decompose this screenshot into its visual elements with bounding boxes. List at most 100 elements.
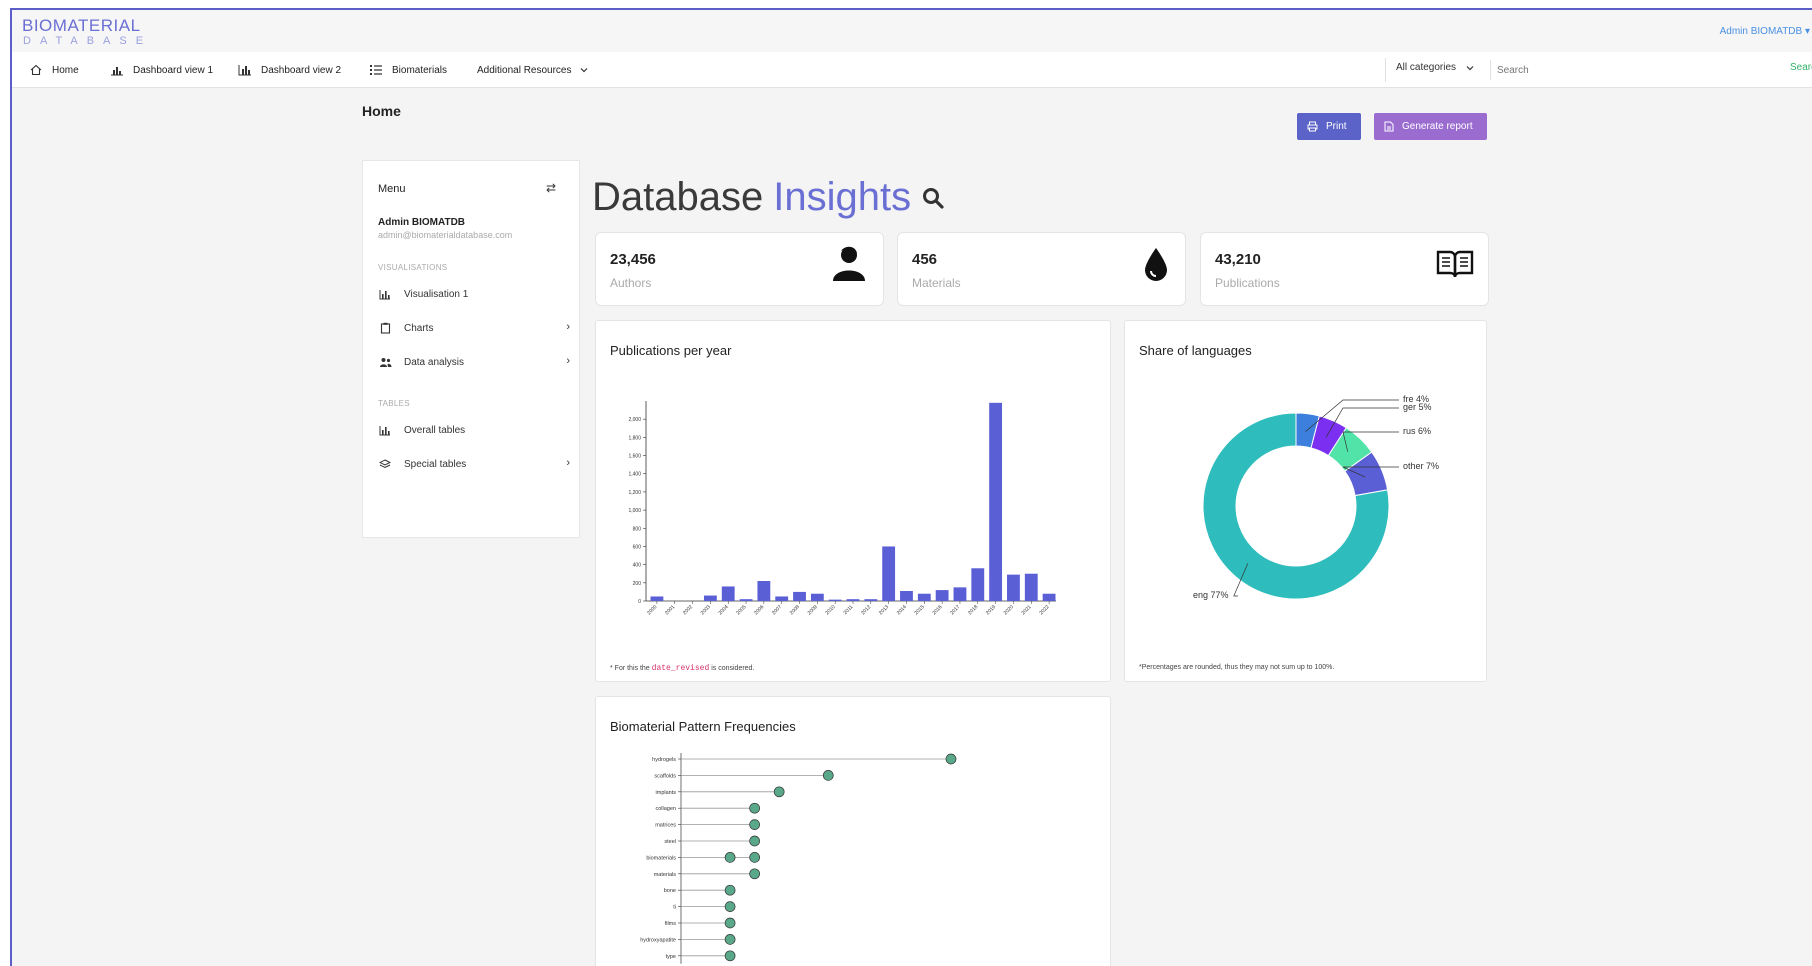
sidebar-title: Menu <box>378 183 406 195</box>
lollipop-point <box>749 852 760 863</box>
stat-label: Publications <box>1215 276 1280 290</box>
bar-chart-icon <box>237 63 253 77</box>
y-tick-label: steel <box>664 839 676 845</box>
user-menu[interactable]: Admin BIOMATDB ▾ <box>1720 26 1810 37</box>
y-tick-label: hydroxyapatite <box>640 937 676 943</box>
lollipop-point <box>749 835 760 847</box>
swap-icon[interactable]: ⇄ <box>546 181 556 195</box>
bar <box>953 587 967 601</box>
stat-value: 23,456 <box>610 251 656 268</box>
publications-bar-chart: 0 200 400 600 800 1,000 1,200 1,400 1,600 1,800 2,… <box>628 401 1056 616</box>
lollipop-point <box>724 934 736 945</box>
nav-home-label: Home <box>52 64 79 76</box>
slice-label: eng 77% <box>1193 590 1229 600</box>
pattern-frequencies-panel: Biomaterial Pattern Frequencies hydrogel… <box>595 696 1111 966</box>
bar <box>900 591 913 601</box>
panel-title: Biomaterial Pattern Frequencies <box>610 719 796 734</box>
x-tick-label: 2010 <box>824 604 836 616</box>
footnote-text: is considered. <box>711 665 755 672</box>
sidebar-item-data-analysis[interactable]: Data analysis › <box>378 353 570 371</box>
x-tick-label: 2009 <box>807 604 819 616</box>
nav-biomaterials[interactable]: Biomaterials <box>368 52 447 88</box>
nav-additional-resources[interactable]: Additional Resources <box>477 52 588 88</box>
sidebar-user-email: admin@biomaterialdatabase.com <box>378 230 513 240</box>
chevron-down-icon <box>580 67 588 73</box>
y-tick-label: 2,000 <box>628 417 641 423</box>
brand-logo-title[interactable]: BIOMATERIAL <box>22 16 141 36</box>
category-select-value: All categories <box>1396 62 1457 73</box>
slice-label: ger 5% <box>1403 402 1432 412</box>
bar-chart-icon <box>109 63 125 77</box>
lollipop-point <box>749 802 760 814</box>
sidebar-item-label: Special tables <box>404 458 467 470</box>
nav-divider <box>1385 58 1386 82</box>
y-tick-label: matrices <box>655 823 676 829</box>
slice-label: other 7% <box>1403 461 1439 471</box>
nav-dashboard-2[interactable]: Dashboard view 2 <box>237 52 341 88</box>
user-icon <box>829 245 869 288</box>
insights-title-b: Insights <box>773 175 912 219</box>
stat-card-authors: 23,456 Authors <box>595 232 884 306</box>
droplet-icon <box>1143 247 1169 288</box>
sidebar-item-label: Charts <box>404 322 434 334</box>
bar <box>846 599 860 601</box>
x-tick-label: 2012 <box>860 604 872 616</box>
generate-report-button[interactable]: Generate report <box>1374 113 1487 140</box>
languages-donut-chart: fre 4%ger 5%rus 6%other 7%eng 77% <box>1193 394 1439 600</box>
lollipop-point <box>945 753 957 765</box>
x-tick-label: 2015 <box>914 604 926 616</box>
x-tick-label: 2021 <box>1021 604 1033 616</box>
y-tick-label: type <box>666 954 676 960</box>
print-button-label: Print <box>1326 121 1347 132</box>
x-tick-label: 2018 <box>967 604 979 616</box>
bar <box>882 546 896 601</box>
sidebar-section-visualisations: VISUALISATIONS <box>378 263 448 272</box>
bar-chart-icon <box>378 289 392 300</box>
y-tick-label: 1,000 <box>628 508 641 514</box>
chevron-down-icon <box>1466 65 1474 71</box>
print-button[interactable]: Print <box>1297 113 1361 140</box>
x-tick-label: 2014 <box>896 604 908 616</box>
footnote-text: * For this the <box>610 665 650 672</box>
printer-icon <box>1307 121 1318 132</box>
nav-dashboard-2-label: Dashboard view 2 <box>261 64 342 76</box>
y-tick-label: 400 <box>633 563 642 569</box>
bar <box>1042 593 1056 601</box>
layers-icon <box>378 458 392 470</box>
pattern-frequencies-chart: hydrogels scaffolds implants collagen matric… <box>640 753 957 964</box>
lollipop-point <box>724 950 736 962</box>
bar <box>775 596 789 601</box>
stat-card-publications: 43,210 Publications <box>1200 232 1489 306</box>
sidebar-section-tables: TABLES <box>378 399 410 408</box>
panel-title: Publications per year <box>610 343 732 358</box>
search-input[interactable] <box>1490 60 1790 80</box>
lollipop-point <box>724 884 736 896</box>
sidebar-item-charts[interactable]: Charts › <box>378 319 570 337</box>
sidebar-item-special-tables[interactable]: Special tables › <box>378 455 570 473</box>
book-icon <box>1436 249 1474 284</box>
stat-value: 43,210 <box>1215 251 1261 268</box>
bar <box>739 599 753 601</box>
sidebar-item-overall-tables[interactable]: Overall tables <box>378 421 570 439</box>
sidebar-menu: Menu ⇄ Admin BIOMATDB admin@biomateriald… <box>362 160 580 538</box>
panel-title: Share of languages <box>1139 343 1252 358</box>
y-tick-label: ti <box>673 905 676 911</box>
bar <box>1007 574 1020 601</box>
category-select[interactable]: All categories <box>1396 62 1474 73</box>
sidebar-item-visualisation-1[interactable]: Visualisation 1 <box>378 285 570 303</box>
footnote-code: date_revised <box>651 664 710 673</box>
main-nav: Home Dashboard view 1 Dashboard view 2 B… <box>12 52 1812 88</box>
search-button[interactable]: Search <box>1790 62 1812 73</box>
page-title: Home <box>362 103 401 119</box>
lollipop-point <box>724 917 736 929</box>
users-icon <box>378 357 392 368</box>
sidebar-item-label: Data analysis <box>404 356 465 368</box>
bar <box>828 599 842 601</box>
nav-dashboard-1[interactable]: Dashboard view 1 <box>109 52 213 88</box>
app-frame: BIOMATERIAL DATABASE Admin BIOMATDB ▾ Ho… <box>10 8 1812 966</box>
sidebar-user-name: Admin BIOMATDB <box>378 217 466 228</box>
lollipop-point <box>773 786 785 798</box>
sidebar-item-label: Overall tables <box>404 424 466 436</box>
nav-home[interactable]: Home <box>28 52 79 88</box>
y-tick-label: collagen <box>656 806 677 812</box>
